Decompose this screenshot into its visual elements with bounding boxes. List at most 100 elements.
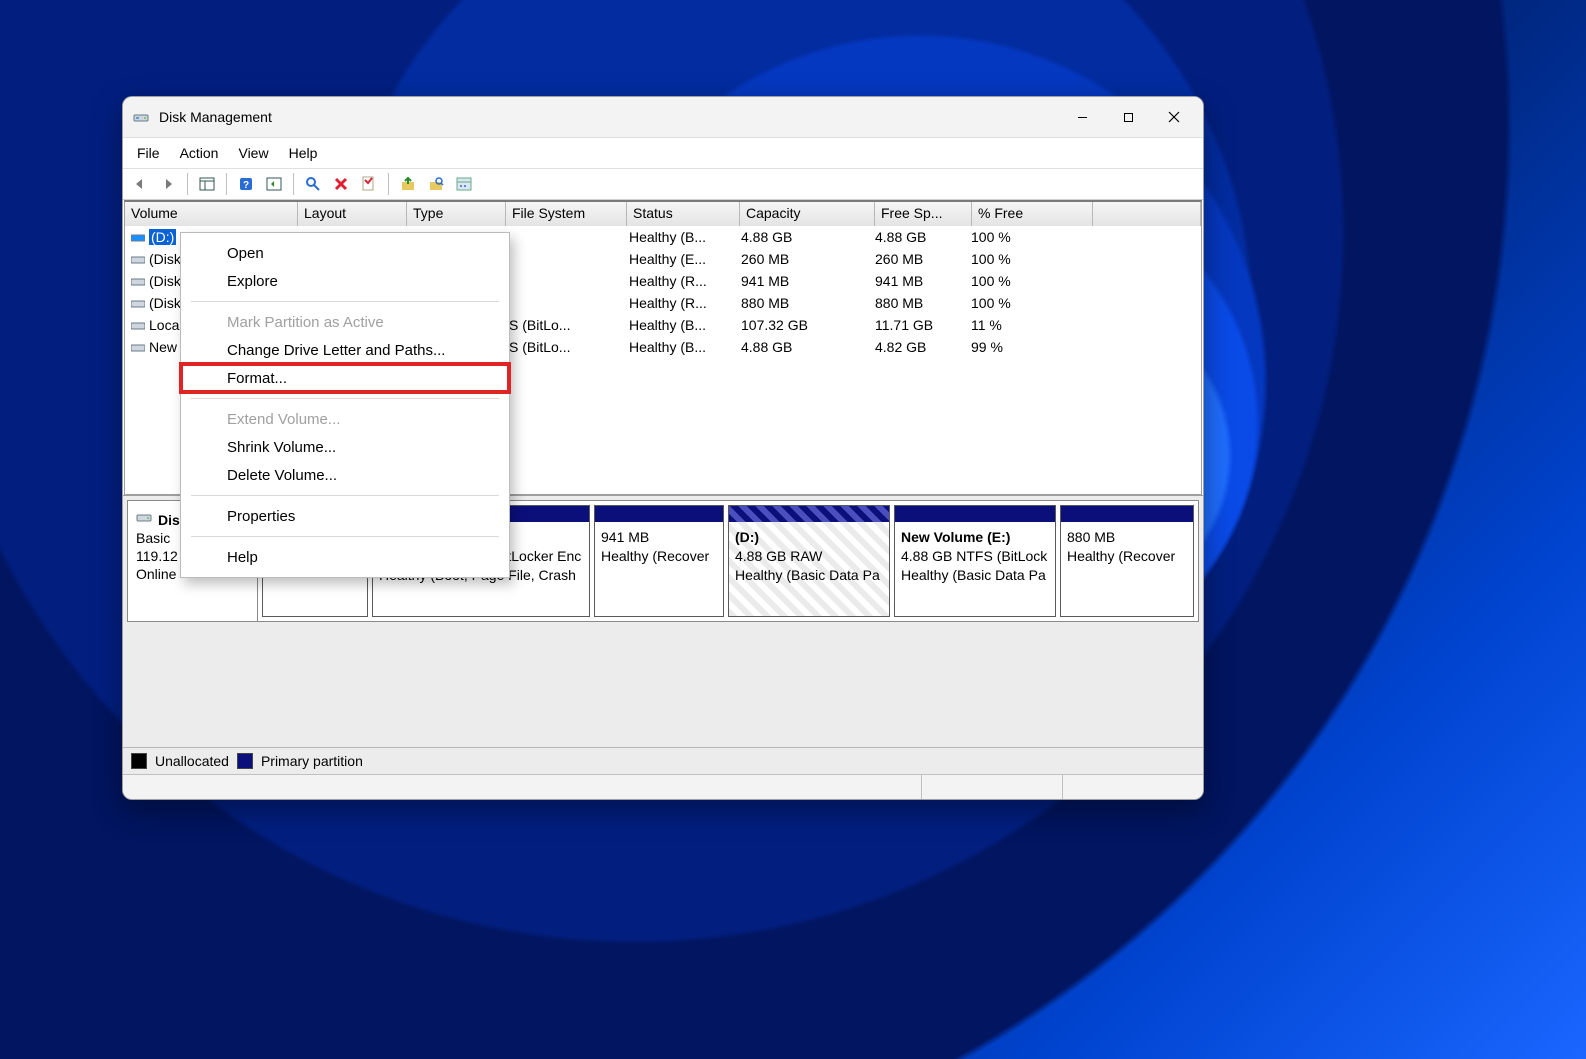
context-menu-delete-volume[interactable]: Delete Volume... — [181, 461, 509, 489]
volume-name: (Disk — [149, 251, 181, 267]
action2-button[interactable] — [423, 171, 449, 197]
desktop-background: Disk Management File Action View Help ? — [0, 0, 1586, 1059]
status-cell — [921, 775, 1062, 799]
partition-status: Healthy (Recover — [1067, 547, 1187, 566]
toolbar-separator — [226, 173, 227, 195]
volume-capacity: 260 MB — [735, 251, 869, 267]
context-menu-explore[interactable]: Explore — [181, 267, 509, 295]
volume-name: New — [149, 339, 177, 355]
volume-name: (Disk — [149, 295, 181, 311]
col-capacity[interactable]: Capacity — [740, 202, 875, 226]
volume-pct: 100 % — [965, 273, 1085, 289]
partition-size: 4.88 GB RAW — [735, 547, 883, 566]
maximize-button[interactable] — [1105, 97, 1151, 137]
legend-label-unallocated: Unallocated — [155, 753, 229, 769]
partition-block[interactable]: New Volume (E:) 4.88 GB NTFS (BitLock He… — [894, 505, 1056, 617]
volume-status: Healthy (R... — [623, 273, 735, 289]
titlebar: Disk Management — [123, 97, 1203, 138]
col-pctfree[interactable]: % Free — [972, 202, 1093, 226]
volume-pct: 100 % — [965, 251, 1085, 267]
partition-name: (D:) — [735, 528, 883, 547]
volume-fs: S (BitLo... — [503, 339, 623, 355]
volume-name: (Disk — [149, 273, 181, 289]
partition-block-selected[interactable]: (D:) 4.88 GB RAW Healthy (Basic Data Pa — [728, 505, 890, 617]
menu-view[interactable]: View — [228, 141, 278, 165]
partition-block[interactable]: 880 MB Healthy (Recover — [1060, 505, 1194, 617]
volume-free: 4.82 GB — [869, 339, 965, 355]
delete-button[interactable] — [328, 171, 354, 197]
volume-status: Healthy (R... — [623, 295, 735, 311]
volume-free: 941 MB — [869, 273, 965, 289]
status-cell — [123, 775, 921, 799]
partition-size: 880 MB — [1067, 528, 1187, 547]
volume-fs: S (BitLo... — [503, 317, 623, 333]
context-menu-mark-partition-as-active: Mark Partition as Active — [181, 308, 509, 336]
drive-icon — [131, 231, 145, 243]
close-button[interactable] — [1151, 97, 1197, 137]
col-volume[interactable]: Volume — [125, 202, 298, 226]
drive-icon — [131, 275, 145, 287]
context-menu-separator — [191, 495, 499, 496]
partition-status: Healthy (Basic Data Pa — [735, 566, 883, 585]
partition-block[interactable]: 941 MB Healthy (Recover — [594, 505, 724, 617]
volume-free: 880 MB — [869, 295, 965, 311]
show-hide-tree-button[interactable] — [194, 171, 220, 197]
volume-status: Healthy (B... — [623, 317, 735, 333]
col-freespace[interactable]: Free Sp... — [875, 202, 972, 226]
volume-free: 11.71 GB — [869, 317, 965, 333]
menu-help[interactable]: Help — [279, 141, 328, 165]
col-layout[interactable]: Layout — [298, 202, 407, 226]
disk-icon — [136, 511, 152, 528]
window-title: Disk Management — [159, 109, 272, 125]
drive-icon — [131, 341, 145, 353]
status-cell — [1062, 775, 1203, 799]
help-button[interactable]: ? — [233, 171, 259, 197]
volume-free: 260 MB — [869, 251, 965, 267]
volume-pct: 100 % — [965, 229, 1085, 245]
settings-button[interactable] — [451, 171, 477, 197]
context-menu-help[interactable]: Help — [181, 543, 509, 571]
properties-button[interactable] — [356, 171, 382, 197]
disk-management-icon — [133, 109, 149, 125]
partition-stripe — [895, 506, 1055, 522]
volume-capacity: 4.88 GB — [735, 339, 869, 355]
status-bar — [123, 774, 1203, 799]
context-menu-format[interactable]: Format... — [181, 364, 509, 392]
context-menu-separator — [191, 536, 499, 537]
partition-size: 941 MB — [601, 528, 717, 547]
drive-icon — [131, 319, 145, 331]
volume-status: Healthy (E... — [623, 251, 735, 267]
legend-label-primary: Primary partition — [261, 753, 363, 769]
action1-button[interactable] — [395, 171, 421, 197]
menu-file[interactable]: File — [127, 141, 170, 165]
minimize-button[interactable] — [1059, 97, 1105, 137]
context-menu-shrink-volume[interactable]: Shrink Volume... — [181, 433, 509, 461]
drive-icon — [131, 253, 145, 265]
rescan-button[interactable] — [300, 171, 326, 197]
partition-size: 4.88 GB NTFS (BitLock — [901, 547, 1049, 566]
partition-stripe — [729, 506, 889, 522]
svg-text:?: ? — [243, 180, 249, 191]
volume-capacity: 107.32 GB — [735, 317, 869, 333]
forward-button[interactable] — [155, 171, 181, 197]
volume-list-header: Volume Layout Type File System Status Ca… — [125, 202, 1201, 226]
volume-pct: 11 % — [965, 317, 1085, 333]
toolbar: ? — [123, 169, 1203, 200]
legend-bar: Unallocated Primary partition — [123, 747, 1203, 774]
menu-action[interactable]: Action — [170, 141, 229, 165]
legend-swatch-primary — [237, 753, 253, 769]
col-status[interactable]: Status — [627, 202, 740, 226]
menu-bar: File Action View Help — [123, 138, 1203, 169]
toolbar-separator — [187, 173, 188, 195]
context-menu-change-drive-letter-and-paths[interactable]: Change Drive Letter and Paths... — [181, 336, 509, 364]
context-menu-properties[interactable]: Properties — [181, 502, 509, 530]
context-menu-open[interactable]: Open — [181, 239, 509, 267]
partition-status: Healthy (Recover — [601, 547, 717, 566]
context-menu-separator — [191, 301, 499, 302]
context-menu: OpenExplore Mark Partition as ActiveChang… — [180, 232, 510, 578]
refresh-button[interactable] — [261, 171, 287, 197]
col-type[interactable]: Type — [407, 202, 506, 226]
col-filesystem[interactable]: File System — [506, 202, 627, 226]
back-button[interactable] — [127, 171, 153, 197]
context-menu-separator — [191, 398, 499, 399]
